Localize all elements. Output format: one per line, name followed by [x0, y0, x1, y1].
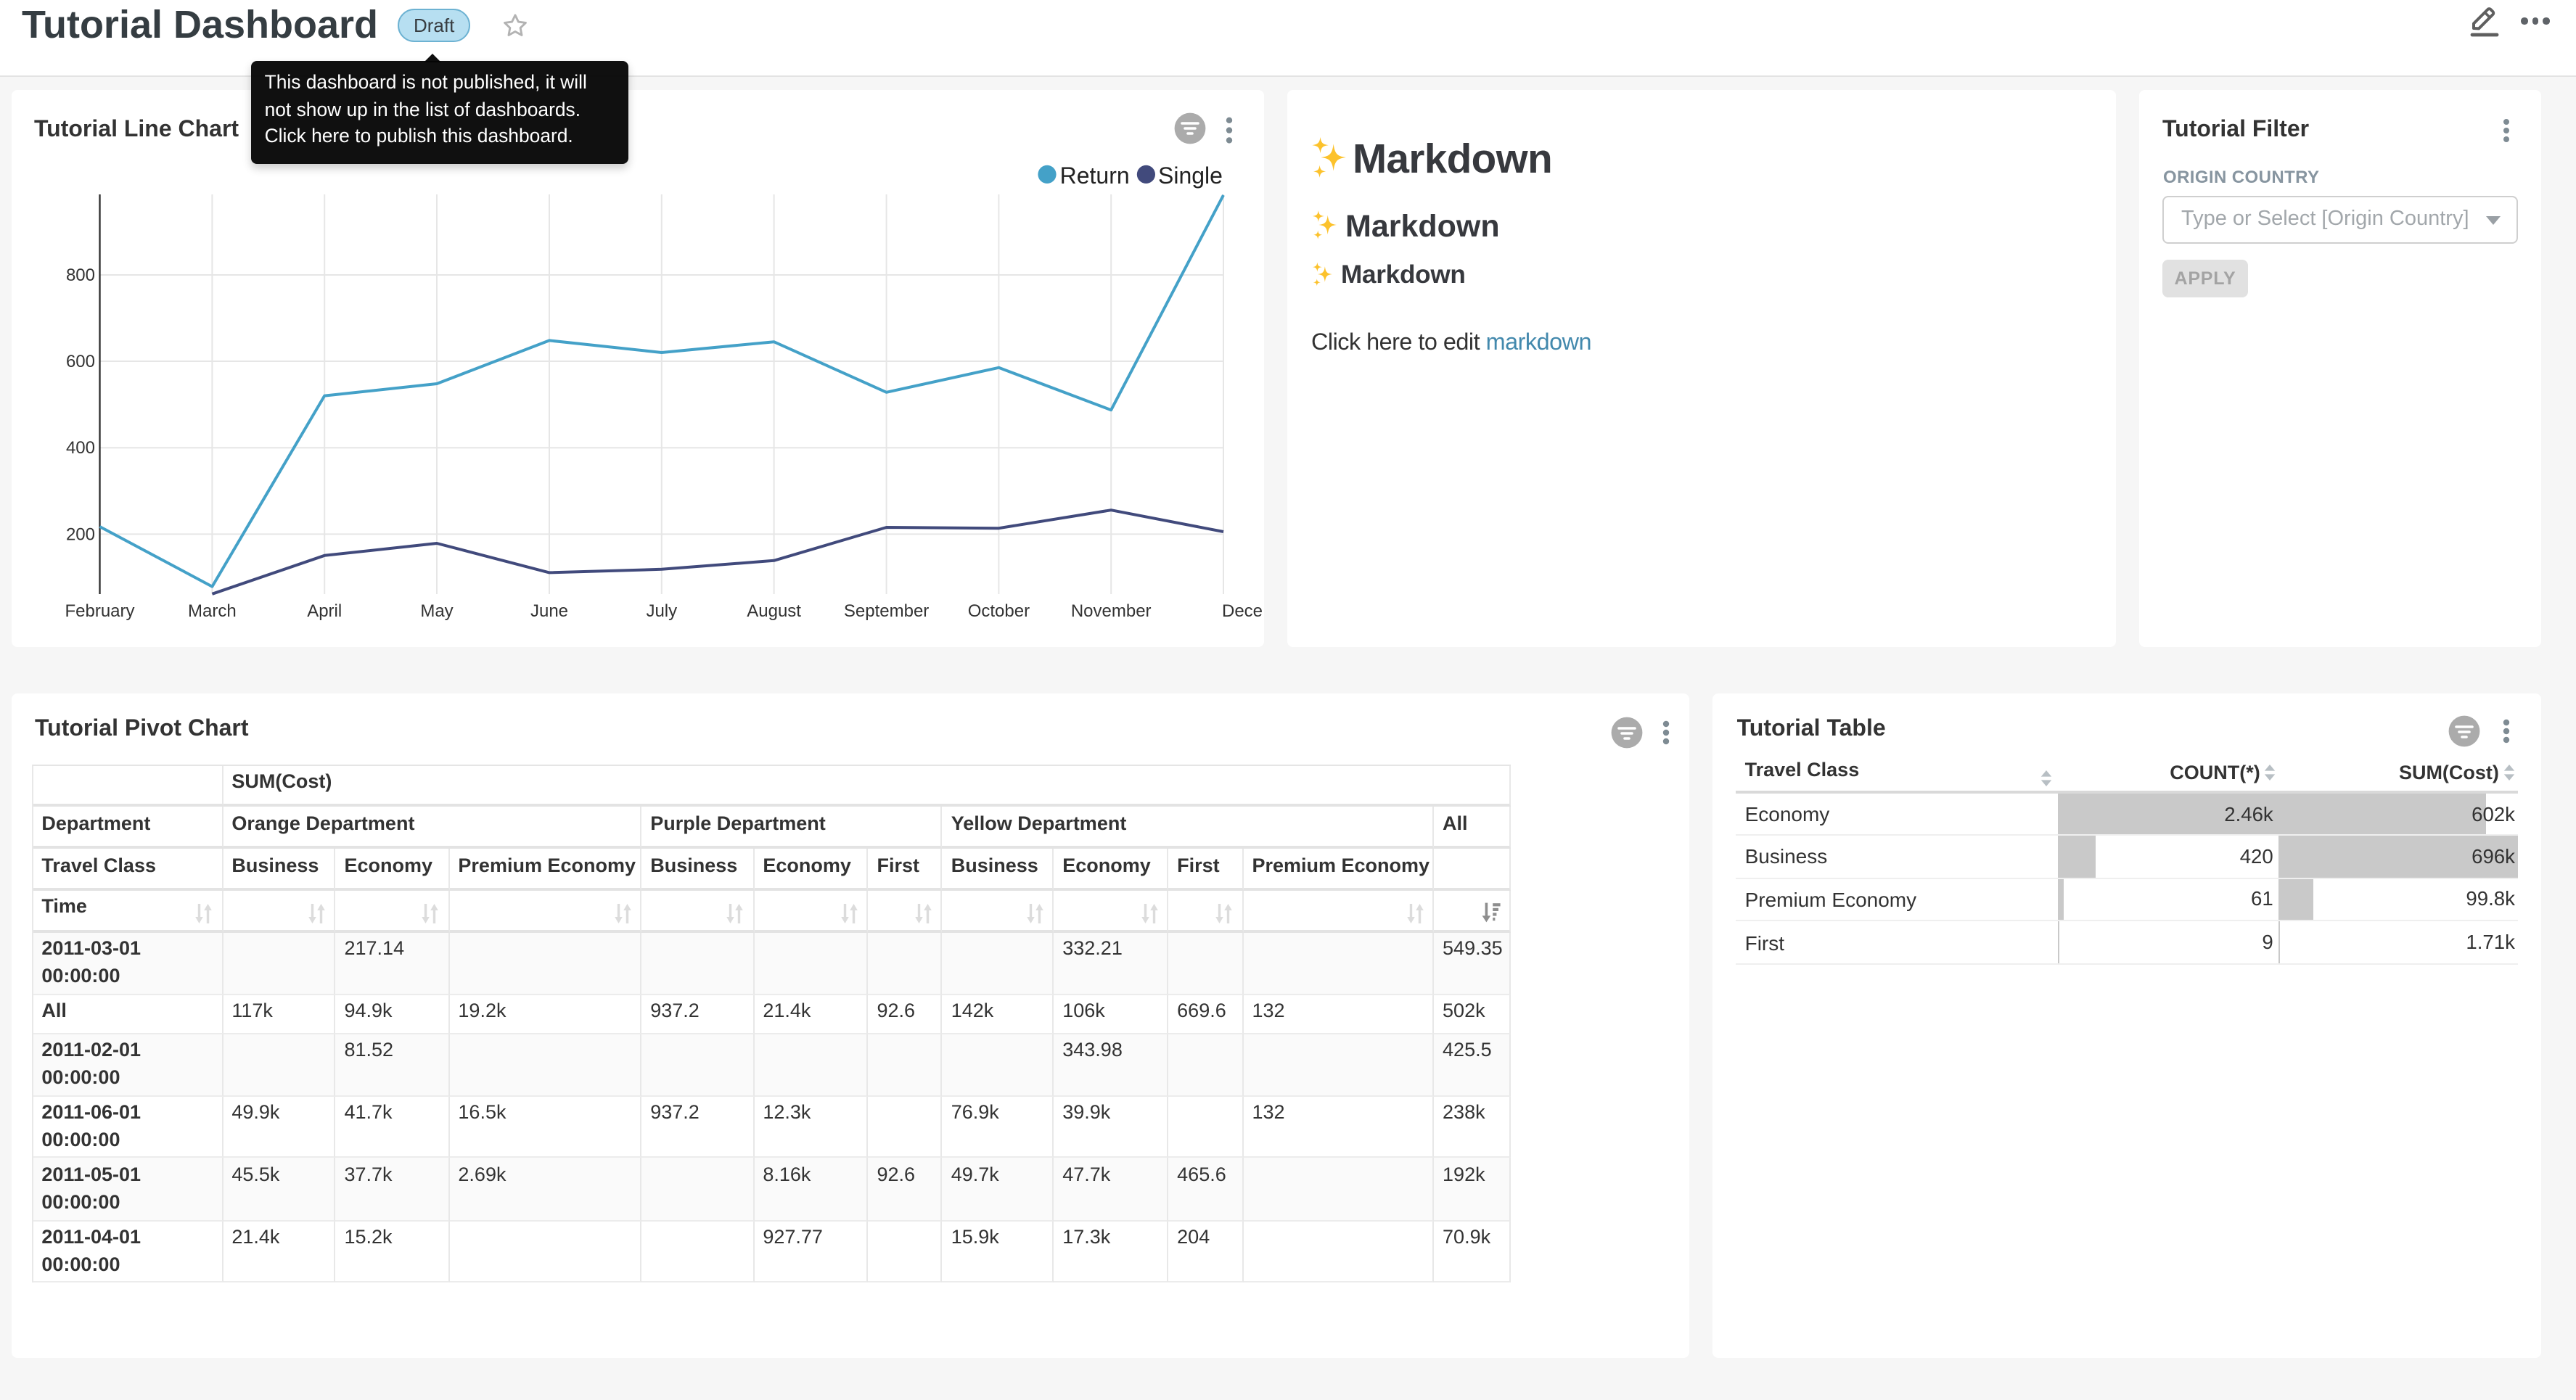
svg-text:October: October — [968, 601, 1030, 621]
svg-text:June: June — [530, 601, 568, 621]
svg-text:Dece: Dece — [1222, 601, 1263, 621]
svg-text:November: November — [1071, 601, 1152, 621]
svg-text:July: July — [646, 601, 677, 621]
svg-text:May: May — [420, 601, 453, 621]
svg-text:March: March — [188, 601, 237, 621]
svg-text:400: 400 — [66, 438, 95, 458]
svg-text:600: 600 — [66, 352, 95, 371]
svg-text:Return: Return — [1060, 162, 1130, 189]
svg-text:February: February — [65, 601, 134, 621]
svg-text:August: August — [747, 601, 801, 621]
svg-text:Single: Single — [1158, 162, 1223, 189]
svg-text:April: April — [307, 601, 342, 621]
svg-text:200: 200 — [66, 524, 95, 544]
svg-text:800: 800 — [66, 265, 95, 285]
svg-text:September: September — [844, 601, 929, 621]
